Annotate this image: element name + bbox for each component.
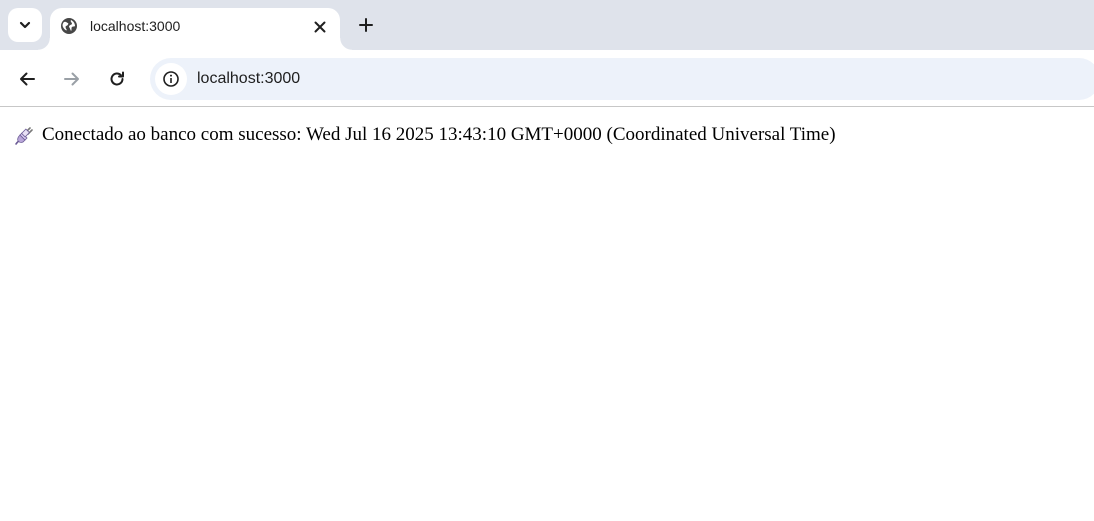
reload-button[interactable] — [100, 62, 134, 96]
site-info-button[interactable] — [155, 63, 187, 95]
chevron-down-icon — [19, 21, 31, 29]
connection-message-text: Conectado ao banco com sucesso: Wed Jul … — [42, 124, 836, 145]
tab-search-button[interactable] — [8, 8, 42, 42]
info-icon — [163, 71, 179, 87]
globe-icon — [60, 17, 78, 35]
close-icon — [314, 21, 326, 33]
page-content: Conectado ao banco com sucesso: Wed Jul … — [0, 108, 1094, 521]
arrow-left-icon — [20, 72, 35, 86]
address-bar[interactable]: localhost:3000 — [150, 58, 1094, 100]
tab-strip: localhost:3000 — [0, 0, 1094, 50]
electric-plug-icon — [14, 124, 36, 146]
connection-message: Conectado ao banco com sucesso: Wed Jul … — [14, 123, 836, 147]
reload-icon — [110, 71, 124, 86]
plus-icon — [359, 18, 373, 32]
new-tab-button[interactable] — [352, 11, 380, 39]
tab-close-button[interactable] — [308, 15, 332, 39]
active-tab[interactable]: localhost:3000 — [38, 8, 352, 50]
browser-toolbar: localhost:3000 — [0, 50, 1094, 107]
back-button[interactable] — [10, 62, 44, 96]
address-url[interactable]: localhost:3000 — [197, 69, 300, 89]
tab-title: localhost:3000 — [90, 18, 181, 34]
forward-button[interactable] — [55, 62, 89, 96]
arrow-right-icon — [64, 72, 79, 86]
